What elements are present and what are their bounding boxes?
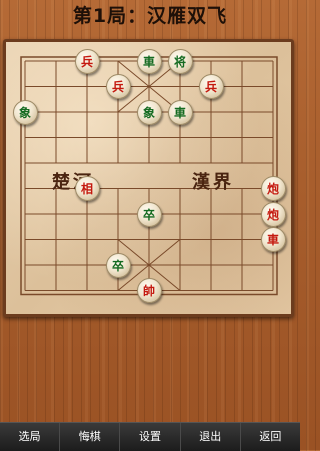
- chess-piece[interactable]: 象: [136, 99, 162, 125]
- chess-piece[interactable]: 炮: [260, 176, 286, 201]
- chess-piece[interactable]: 車: [260, 227, 286, 252]
- settings-button[interactable]: 设置: [120, 423, 181, 451]
- chess-piece[interactable]: 車: [136, 48, 162, 74]
- chess-piece[interactable]: 相: [74, 176, 100, 201]
- chess-piece[interactable]: 兵: [74, 48, 100, 74]
- chess-piece[interactable]: 象: [12, 99, 38, 125]
- bottom-toolbar: 选局 悔棋 设置 退出 返回: [0, 422, 300, 451]
- chess-piece[interactable]: 兵: [105, 74, 131, 99]
- exit-button[interactable]: 退出: [181, 423, 241, 451]
- chess-piece[interactable]: 炮: [260, 201, 286, 227]
- chess-piece[interactable]: 卒: [105, 252, 131, 278]
- select-game-button[interactable]: 选局: [0, 423, 61, 451]
- chess-piece[interactable]: 将: [167, 48, 193, 74]
- chess-piece[interactable]: 車: [167, 99, 193, 125]
- chess-piece[interactable]: 兵: [198, 74, 224, 99]
- river-label-han: 漢界: [192, 172, 234, 193]
- chess-piece[interactable]: 卒: [136, 201, 162, 227]
- back-button[interactable]: 返回: [241, 423, 300, 451]
- undo-button[interactable]: 悔棋: [60, 423, 121, 451]
- chess-piece[interactable]: 帥: [136, 278, 162, 303]
